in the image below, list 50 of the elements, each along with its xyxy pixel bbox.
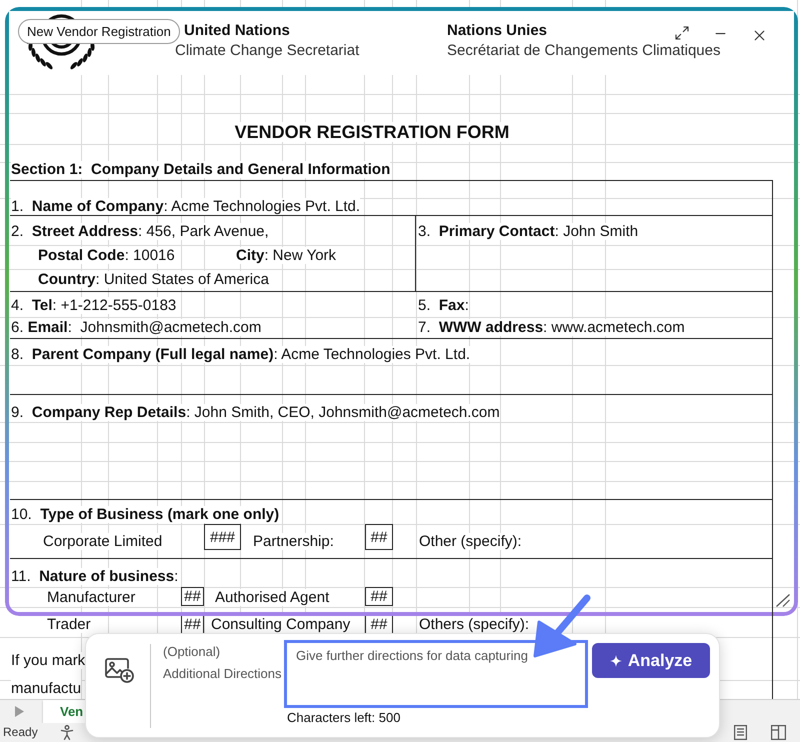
sparkle-icon — [610, 654, 622, 666]
option-label: Corporate Limited — [43, 533, 162, 550]
split-page-icon[interactable] — [771, 725, 786, 740]
form-field-text: 7. WWW address: www.acmetech.com — [418, 319, 685, 336]
organization-name: Nations Unies — [447, 22, 548, 40]
form-field-text: City: New York — [236, 247, 336, 264]
option-label: Others (specify): — [419, 616, 530, 633]
directions-label: Additional Directions — [163, 665, 282, 683]
mark-cell: ## — [365, 587, 393, 606]
form-field-text: 9. Company Rep Details: John Smith, CEO, Johnsmith@acmetech.com — [11, 404, 500, 421]
form-field-text: Postal Code: 10016 — [38, 247, 175, 264]
form-field-text: 1. Name of Company: Acme Technologies Pvt. Ltd. — [11, 198, 360, 215]
expand-icon[interactable] — [674, 25, 690, 41]
optional-label: (Optional) — [163, 643, 220, 661]
form-field-text: 3. Primary Contact: John Smith — [418, 223, 638, 240]
mark-cell: ## — [365, 616, 393, 633]
option-label: Consulting Company — [211, 616, 350, 633]
page-lines-icon[interactable] — [734, 725, 747, 740]
form-title: VENDOR REGISTRATION FORM — [234, 122, 510, 142]
section-heading: Section 1: Company Details and General Information — [11, 161, 390, 178]
character-counter: Characters left: 500 — [286, 710, 400, 726]
status-text: Ready — [2, 725, 38, 740]
form-field-text: 10. Type of Business (mark one only) — [11, 506, 280, 523]
person-icon — [60, 725, 74, 740]
mark-cell: ## — [365, 524, 393, 550]
form-field-text: 6. Email: Johnsmith@acmetech.com — [11, 319, 262, 336]
analyze-button[interactable]: Analyze — [592, 643, 710, 678]
form-field-text: 11. Nature of business: — [11, 568, 178, 585]
form-field-text: 2. Street Address: 456, Park Avenue, — [11, 223, 269, 240]
pointer-arrow — [531, 594, 592, 660]
option-label: Manufacturer — [47, 589, 136, 606]
option-label: Trader — [47, 616, 91, 633]
note-text: If you mark — [11, 652, 86, 669]
option-label: Authorised Agent — [215, 589, 330, 606]
form-field-text: 8. Parent Company (Full legal name): Acme Technologies Pvt. Ltd. — [11, 346, 470, 363]
title-tooltip: New Vendor Registration — [18, 19, 180, 44]
form-field-text: Country: United States of America — [38, 271, 269, 288]
organization-name: United Nations — [183, 22, 290, 40]
mark-cell: ### — [204, 524, 241, 550]
form-field-text: 4. Tel: +1-212-555-0183 — [11, 297, 176, 314]
mark-cell: ## — [181, 616, 204, 633]
image-plus-icon[interactable] — [104, 657, 134, 683]
sheet-tab[interactable]: Ven — [43, 700, 85, 723]
option-label: Other (specify): — [419, 533, 522, 550]
organization-unit: Climate Change Secretariat — [175, 42, 360, 59]
mark-cell: ## — [181, 587, 204, 606]
option-label: Partnership: — [253, 533, 334, 550]
resize-grip-icon[interactable] — [776, 594, 790, 607]
organization-unit: Secrétariat de Changements Climatiques — [447, 42, 720, 59]
directions-field[interactable]: Give further directions for data capturing — [284, 640, 588, 708]
